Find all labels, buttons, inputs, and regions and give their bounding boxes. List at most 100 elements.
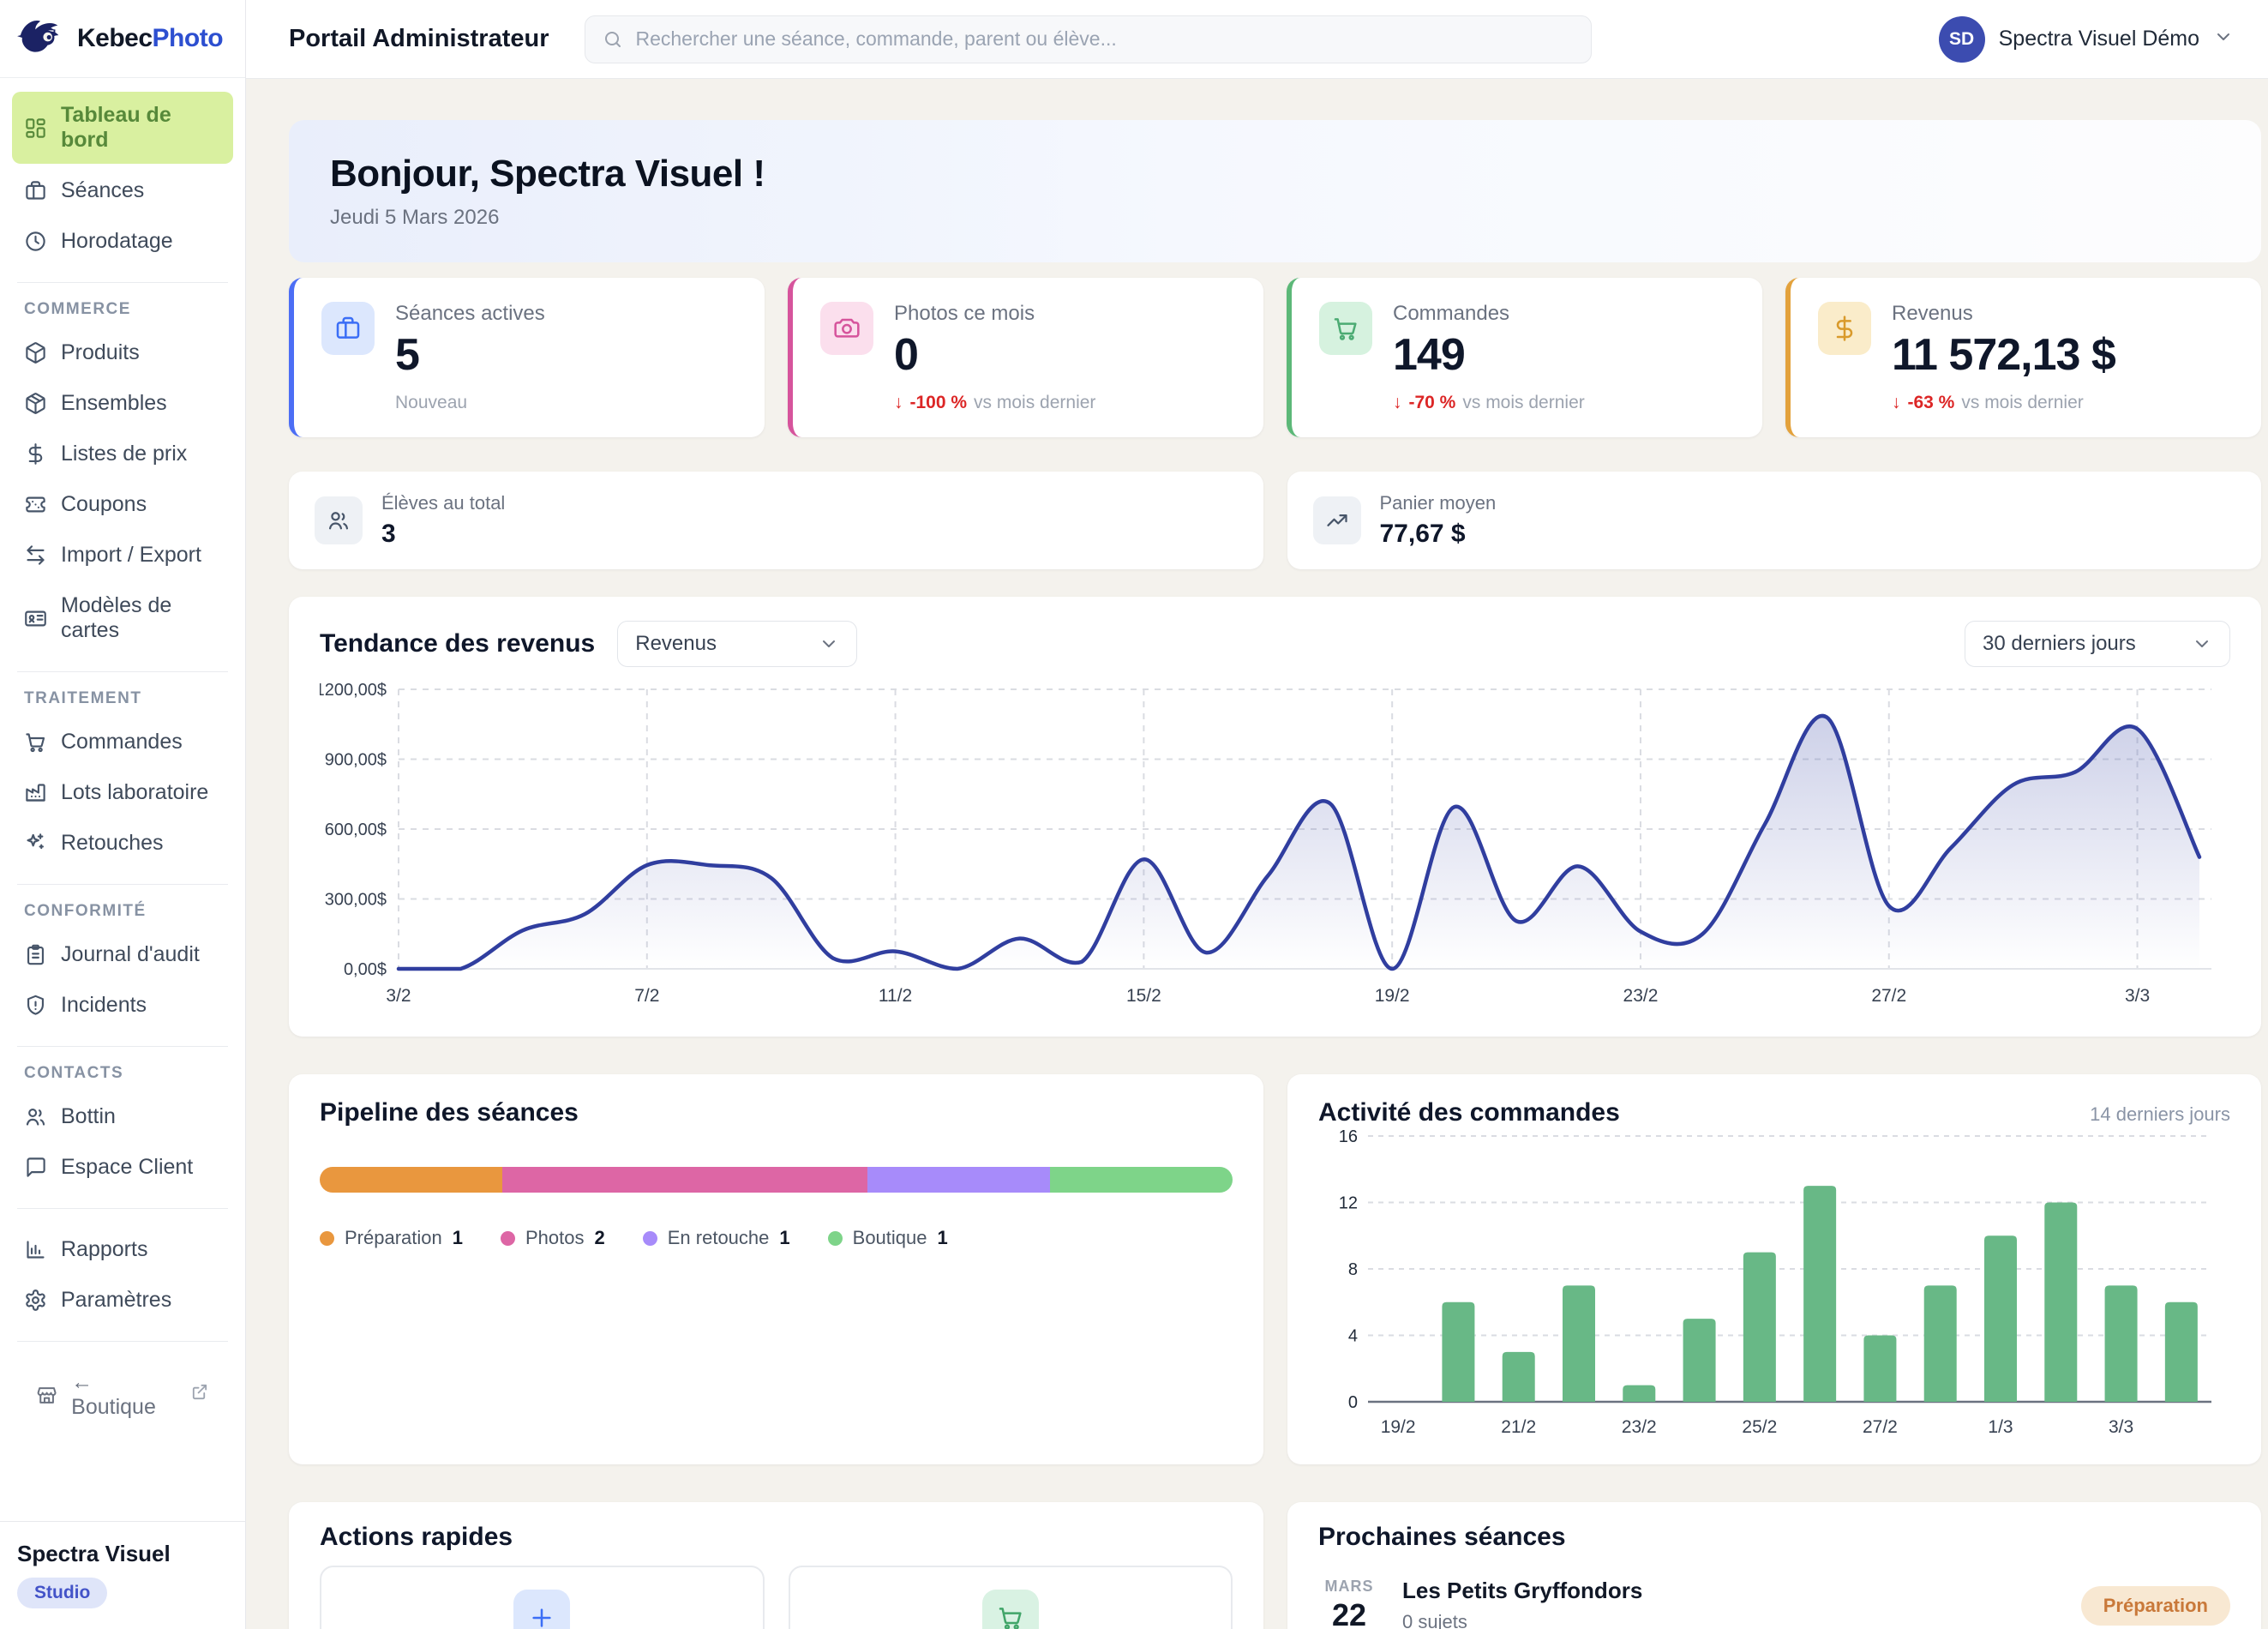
- stat-label: Revenus: [1892, 302, 2115, 326]
- search-icon: [603, 29, 623, 50]
- sidebar-item-ensembles[interactable]: Ensembles: [12, 380, 233, 427]
- trending-up-icon: [1325, 508, 1349, 532]
- brand-logo[interactable]: KebecPhoto: [0, 0, 245, 78]
- stat-card-commandes: Commandes149↓-70 %vs mois dernier: [1287, 278, 1762, 437]
- user-menu[interactable]: SD Spectra Visuel Démo: [1939, 16, 2234, 63]
- metric-select-value: Revenus: [635, 632, 717, 656]
- sparkles-icon: [24, 832, 47, 855]
- stat-icon-box: [820, 302, 873, 355]
- sidebar-item-espace-client[interactable]: Espace Client: [12, 1144, 233, 1191]
- sidebar-item-retouches[interactable]: Retouches: [12, 820, 233, 867]
- ticket-icon: [24, 493, 47, 516]
- users-icon: [24, 1105, 47, 1128]
- sidebar-item-lots-laboratoire[interactable]: Lots laboratoire: [12, 769, 233, 816]
- sidebar-item-import-export[interactable]: Import / Export: [12, 532, 233, 579]
- sidebar-item-label: Listes de prix: [61, 442, 187, 466]
- stat-card-photos-ce-mois: Photos ce mois0↓-100 %vs mois dernier: [788, 278, 1263, 437]
- sidebar-divider: [17, 1046, 228, 1047]
- sidebar-item-label: Produits: [61, 340, 140, 365]
- sidebar-item-rapports[interactable]: Rapports: [12, 1226, 233, 1273]
- welcome-date: Jeudi 5 Mars 2026: [330, 206, 2220, 230]
- mini-value: 77,67 $: [1380, 520, 1497, 549]
- quick-action-nouvelle-seance[interactable]: Nouvelle séance: [320, 1566, 765, 1629]
- stat-icon-box: [321, 302, 375, 355]
- svg-text:19/2: 19/2: [1375, 986, 1410, 1006]
- sidebar-item-incidents[interactable]: Incidents: [12, 982, 233, 1029]
- sidebar-item-label: Modèles de cartes: [61, 593, 221, 643]
- upcoming-session-row[interactable]: MARS22Les Petits Gryffondors0 sujetsPrép…: [1318, 1578, 2230, 1629]
- sidebar-item-produits[interactable]: Produits: [12, 329, 233, 376]
- svg-text:1/3: 1/3: [1988, 1417, 2013, 1437]
- stat-card-seances-actives: Séances actives5Nouveau: [289, 278, 765, 437]
- quick-action-icon-box: [982, 1590, 1039, 1629]
- svg-text:4: 4: [1348, 1327, 1358, 1346]
- upcoming-sessions-list: MARS22Les Petits Gryffondors0 sujetsPrép…: [1318, 1578, 2230, 1629]
- svg-text:27/2: 27/2: [1871, 986, 1906, 1006]
- svg-text:27/2: 27/2: [1863, 1417, 1898, 1437]
- chevron-down-icon: [2213, 27, 2234, 51]
- search-input[interactable]: [635, 27, 1574, 51]
- legend-label: Boutique: [853, 1227, 927, 1249]
- owl-logo-icon: [15, 15, 69, 62]
- brand-name-black: Kebec: [77, 24, 153, 52]
- svg-text:7/2: 7/2: [634, 986, 659, 1006]
- legend-label: En retouche: [668, 1227, 770, 1249]
- pipeline-card: Pipeline des séances Préparation1Photos2…: [289, 1074, 1263, 1464]
- sidebar-item-coupons[interactable]: Coupons: [12, 481, 233, 528]
- session-date: MARS22: [1318, 1578, 1380, 1629]
- stat-value: 149: [1393, 329, 1585, 381]
- boutique-label: ← Boutique: [71, 1370, 176, 1420]
- quick-action-voir-les-commandes[interactable]: Voir les commandes: [789, 1566, 1233, 1629]
- sidebar-divider: [17, 1208, 228, 1209]
- svg-text:25/2: 25/2: [1742, 1417, 1777, 1437]
- sidebar-item-bottin[interactable]: Bottin: [12, 1093, 233, 1140]
- dollar-icon: [24, 442, 47, 466]
- pipeline-segment-photos: [502, 1167, 867, 1193]
- package-icon: [24, 341, 47, 364]
- sidebar-item-tableau-de-bord[interactable]: Tableau de bord: [12, 92, 233, 164]
- status-badge: Préparation: [2081, 1586, 2230, 1626]
- mini-cards-row: Élèves au total3Panier moyen77,67 $: [289, 472, 2261, 569]
- clock-icon: [24, 230, 47, 253]
- revenue-trend-title: Tendance des revenus: [320, 629, 595, 658]
- app-root: KebecPhoto Tableau de bordSéancesHorodat…: [0, 0, 2268, 1629]
- sidebar-item-parametres[interactable]: Paramètres: [12, 1277, 233, 1324]
- stat-note: vs mois dernier: [1961, 393, 2083, 413]
- orders-activity-card: Activité des commandes 14 derniers jours…: [1287, 1074, 2261, 1464]
- chevron-down-icon: [819, 634, 839, 654]
- orders-bar-chart: 048121619/221/223/225/227/21/33/3: [1318, 1127, 2230, 1451]
- sidebar-item-modeles-de-cartes[interactable]: Modèles de cartes: [12, 582, 233, 654]
- quick-actions-tiles: Nouvelle séance Voir les commandes: [320, 1566, 1233, 1629]
- sidebar-item-seances[interactable]: Séances: [12, 167, 233, 214]
- shield-alert-icon: [24, 994, 47, 1017]
- metric-select[interactable]: Revenus: [617, 621, 857, 667]
- session-name: Les Petits Gryffondors: [1402, 1578, 1642, 1604]
- legend-label: Photos: [525, 1227, 585, 1249]
- chat-icon: [24, 1156, 47, 1179]
- sidebar-item-listes-de-prix[interactable]: Listes de prix: [12, 430, 233, 478]
- legend-dot: [643, 1231, 657, 1246]
- sidebar-item-journal-d-audit[interactable]: Journal d'audit: [12, 931, 233, 978]
- sidebar-divider: [17, 671, 228, 672]
- stat-value: 11 572,13 $: [1892, 329, 2115, 381]
- legend-count: 1: [938, 1227, 948, 1249]
- sidebar-item-label: Rapports: [61, 1237, 147, 1262]
- bar-chart-icon: [24, 1238, 47, 1261]
- stat-icon-box: [1818, 302, 1871, 355]
- range-select[interactable]: 30 derniers jours: [1965, 621, 2230, 667]
- stat-label: Photos ce mois: [894, 302, 1095, 326]
- revenue-trend-card: Tendance des revenus Revenus 30 derniers…: [289, 597, 2261, 1037]
- stat-note: vs mois dernier: [974, 393, 1095, 413]
- svg-text:0: 0: [1348, 1393, 1358, 1412]
- brand-name-blue: Photo: [153, 24, 223, 52]
- sidebar-item-commandes[interactable]: Commandes: [12, 718, 233, 766]
- sidebar-item-label: Commandes: [61, 730, 183, 754]
- orders-chart-svg: 048121619/221/223/225/227/21/33/3: [1318, 1127, 2223, 1446]
- pipeline-title: Pipeline des séances: [320, 1098, 1233, 1127]
- sidebar-item-horodatage[interactable]: Horodatage: [12, 218, 233, 265]
- stat-note: Nouveau: [395, 393, 467, 413]
- legend-item-en-retouche: En retouche1: [643, 1227, 790, 1249]
- pipeline-segment-preparation: [320, 1167, 502, 1193]
- pipeline-segment-boutique: [1050, 1167, 1233, 1193]
- sidebar-item-boutique[interactable]: ← Boutique: [24, 1359, 221, 1431]
